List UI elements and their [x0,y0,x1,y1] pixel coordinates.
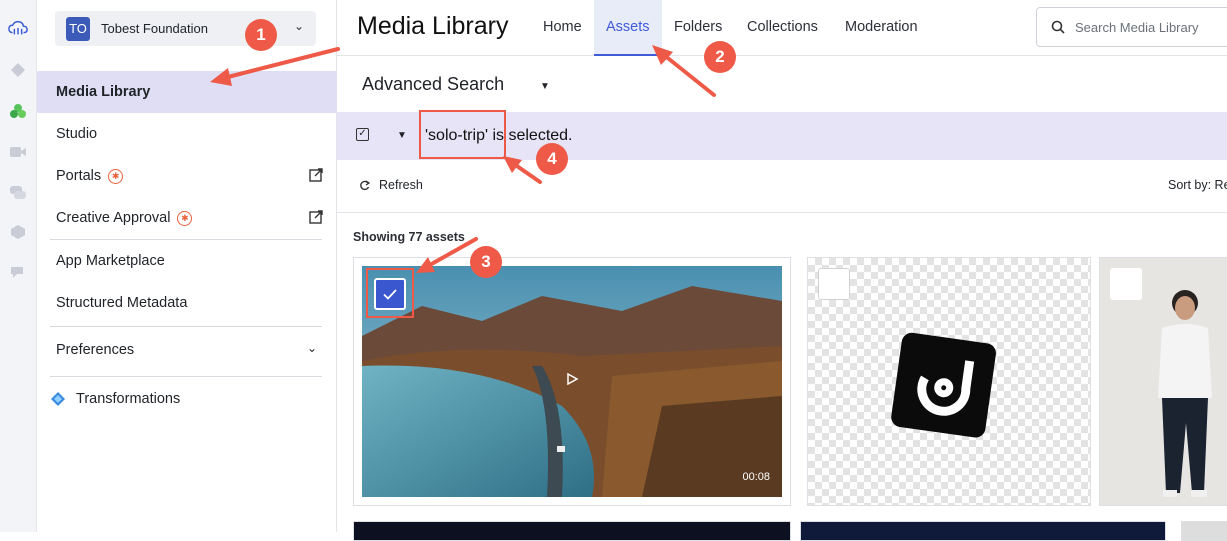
asset-checkbox[interactable] [1110,268,1142,300]
top-header: Media Library Home Assets Folders Collec… [337,0,1227,56]
transformations-icon [51,392,65,406]
external-link-icon[interactable] [309,168,323,186]
sidebar-item-label: App Marketplace [56,253,165,269]
annotation-highlight-box [366,268,414,318]
sidebar-item-label: Creative Approval [56,210,171,226]
sidebar-item-structured-metadata[interactable]: Structured Metadata [37,282,337,324]
sidebar-item-label: Studio [56,126,98,142]
cloudinary-logo-icon[interactable] [8,18,28,38]
asset-card[interactable]: 00:08 [353,257,791,506]
select-all-checkbox[interactable]: ✓ [356,128,369,141]
asset-thumbnail[interactable]: 00:08 [362,266,782,497]
external-link-icon[interactable] [309,210,323,228]
sidebar: TO Tobest Foundation ⌄ Media Library Stu… [37,0,337,532]
sidebar-item-media-library[interactable]: Media Library [37,71,337,113]
asset-card[interactable] [1099,257,1227,506]
annotation-highlight-box [419,110,506,159]
tab-collections[interactable]: Collections [747,19,818,35]
premium-badge-icon: ✱ [177,210,193,226]
sidebar-item-label: Structured Metadata [56,295,188,311]
diamond-icon[interactable] [8,60,28,80]
search-icon [1051,20,1065,34]
asset-count: Showing 77 assets [353,230,465,244]
sidebar-item-app-marketplace[interactable]: App Marketplace [37,240,337,282]
video-duration: 00:08 [742,471,770,483]
sidebar-item-transformations[interactable]: Transformations [37,378,337,420]
asset-card[interactable] [353,521,791,541]
chevron-down-icon: ⌄ [306,341,317,355]
play-icon[interactable] [565,372,579,391]
product-rail [0,0,37,532]
asset-card[interactable] [807,257,1091,506]
tab-folders[interactable]: Folders [674,19,722,35]
asset-thumbnail[interactable] [1100,258,1227,505]
premium-badge-icon: ✱ [108,168,124,184]
sidebar-item-label: Transformations [76,391,181,407]
org-switcher[interactable]: TO Tobest Foundation ⌄ [55,11,316,46]
sidebar-item-label: Media Library [56,84,151,100]
page-title: Media Library [357,12,509,40]
chevron-down-icon: ⌄ [293,19,304,33]
sort-by-dropdown[interactable]: Sort by: Re [1168,178,1227,192]
toolbar-divider [337,212,1227,213]
assets-cubes-icon[interactable] [8,101,28,121]
org-name: Tobest Foundation [101,21,208,36]
annotation-badge: 3 [470,246,502,278]
annotation-badge: 2 [704,41,736,73]
refresh-icon [360,179,370,190]
sidebar-item-label: Portals [56,168,102,184]
asset-card[interactable] [1181,521,1227,541]
chat-icon[interactable] [8,182,28,202]
sidebar-item-portals[interactable]: Portals ✱ [37,155,337,197]
asset-checkbox[interactable] [818,268,850,300]
annotation-badge: 4 [536,143,568,175]
search-input[interactable]: Search Media Library [1036,7,1227,47]
caret-down-icon[interactable]: ▼ [540,81,550,92]
sidebar-item-label: Preferences [56,342,135,358]
tab-moderation[interactable]: Moderation [845,19,918,35]
tab-home[interactable]: Home [543,19,582,35]
sidebar-divider [50,326,322,327]
video-icon[interactable] [8,142,28,162]
org-avatar: TO [66,16,90,41]
refresh-button[interactable]: Refresh [359,178,423,192]
cube-icon[interactable] [8,222,28,242]
asset-thumbnail[interactable] [808,258,1090,505]
refresh-label: Refresh [379,178,423,192]
tab-assets[interactable]: Assets [594,0,662,56]
sparkle-chat-icon[interactable] [8,262,28,282]
sidebar-item-preferences[interactable]: Preferences ⌄ [37,329,337,371]
sidebar-item-creative-approval[interactable]: Creative Approval ✱ [37,197,337,239]
annotation-badge: 1 [245,19,277,51]
asset-card[interactable] [800,521,1166,541]
search-placeholder: Search Media Library [1075,19,1199,35]
logo-image [891,332,996,438]
advanced-search-toggle[interactable]: Advanced Search [362,74,504,95]
caret-down-icon[interactable]: ▼ [397,130,407,141]
sidebar-item-studio[interactable]: Studio [37,113,337,155]
sidebar-divider [50,376,322,377]
